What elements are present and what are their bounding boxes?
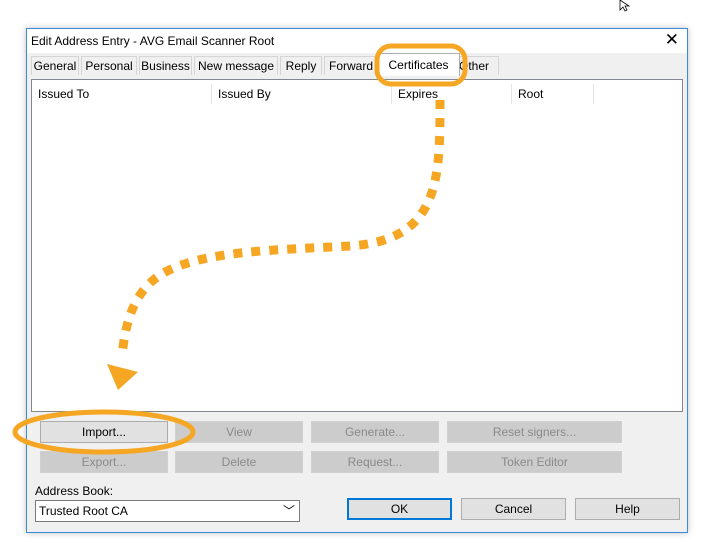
help-button[interactable]: Help: [575, 498, 680, 520]
mouse-cursor-icon: [619, 0, 631, 12]
column-header-issued-to[interactable]: Issued To: [32, 84, 212, 104]
column-header-issued-by[interactable]: Issued By: [212, 84, 392, 104]
tab-personal[interactable]: Personal: [81, 56, 137, 75]
ok-button[interactable]: OK: [347, 498, 452, 520]
generate-button[interactable]: Generate...: [311, 421, 439, 443]
edit-address-entry-dialog: Edit Address Entry - AVG Email Scanner R…: [26, 28, 688, 533]
title-bar: Edit Address Entry - AVG Email Scanner R…: [27, 29, 687, 53]
tab-forward[interactable]: Forward: [324, 56, 378, 75]
column-header-root[interactable]: Root: [512, 84, 594, 104]
cancel-button[interactable]: Cancel: [461, 498, 566, 520]
tab-general[interactable]: General: [31, 56, 79, 75]
window-title: Edit Address Entry - AVG Email Scanner R…: [31, 34, 275, 48]
address-book-value: Trusted Root CA: [39, 504, 128, 518]
view-button[interactable]: View: [175, 421, 303, 443]
tab-certificates[interactable]: Certificates: [377, 53, 460, 76]
tab-reply[interactable]: Reply: [280, 56, 322, 75]
import-button[interactable]: Import...: [40, 421, 168, 443]
token-editor-button[interactable]: Token Editor: [447, 451, 622, 473]
tab-business[interactable]: Business: [139, 56, 192, 75]
tab-new-message[interactable]: New message: [194, 56, 278, 75]
address-book-label: Address Book:: [35, 484, 114, 498]
delete-button[interactable]: Delete: [175, 451, 303, 473]
certificates-list[interactable]: Issued To Issued By Expires Root: [31, 79, 683, 412]
chevron-down-icon: ﹀: [282, 504, 295, 518]
export-button[interactable]: Export...: [40, 451, 168, 473]
reset-signers-button[interactable]: Reset signers...: [447, 421, 622, 443]
column-header-expires[interactable]: Expires: [392, 84, 512, 104]
address-book-select[interactable]: Trusted Root CA ﹀: [35, 500, 300, 522]
close-icon[interactable]: ✕: [665, 31, 679, 49]
request-button[interactable]: Request...: [311, 451, 439, 473]
